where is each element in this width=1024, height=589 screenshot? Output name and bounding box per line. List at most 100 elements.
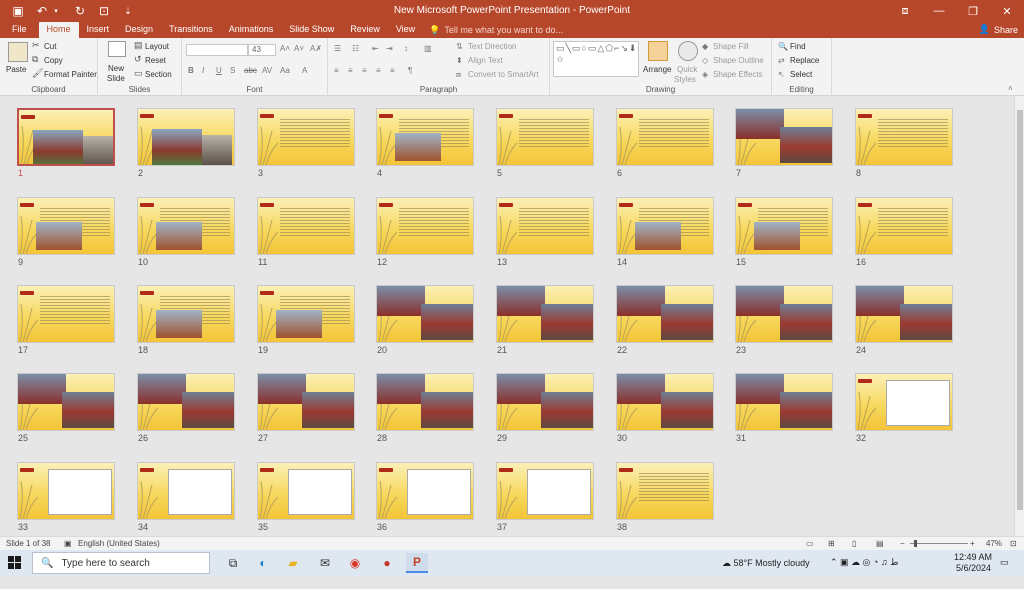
close-icon[interactable]: ✕: [990, 0, 1024, 22]
save-icon[interactable]: ▣: [6, 0, 30, 22]
share-button[interactable]: 👤 Share: [979, 24, 1018, 35]
underline-icon[interactable]: U: [216, 66, 222, 75]
slide-thumbnail[interactable]: [257, 197, 355, 255]
tab-transitions[interactable]: Transitions: [161, 22, 221, 38]
slide-thumbnail[interactable]: [376, 197, 474, 255]
slide-thumbnail[interactable]: [855, 108, 953, 166]
tab-view[interactable]: View: [388, 22, 423, 38]
select-button[interactable]: Select: [790, 70, 812, 79]
shadow-icon[interactable]: S: [230, 66, 235, 75]
decrease-indent-icon[interactable]: ⇤: [372, 44, 379, 53]
increase-indent-icon[interactable]: ⇥: [386, 44, 393, 53]
numbering-icon[interactable]: ☷: [352, 44, 359, 53]
shape-outline-button[interactable]: Shape Outline: [713, 56, 764, 65]
rtl-icon[interactable]: ¶: [408, 66, 412, 75]
collapse-ribbon-icon[interactable]: ˄: [1008, 84, 1013, 93]
quick-styles-label[interactable]: Quick: [677, 65, 697, 74]
slide-thumbnail[interactable]: [855, 197, 953, 255]
new-slide-icon[interactable]: [108, 41, 126, 57]
new-slide-label-2[interactable]: Slide: [107, 74, 125, 83]
tab-insert[interactable]: Insert: [79, 22, 118, 38]
windows-start-icon[interactable]: [0, 550, 30, 576]
present-icon[interactable]: ⊡: [92, 0, 116, 22]
clear-format-icon[interactable]: A✗: [310, 44, 322, 53]
align-left-icon[interactable]: ≡: [334, 66, 339, 75]
arrange-icon[interactable]: [648, 41, 668, 61]
spacing-icon[interactable]: AV: [262, 66, 272, 75]
slide-thumbnail[interactable]: [137, 285, 235, 343]
tab-slide-show[interactable]: Slide Show: [281, 22, 342, 38]
align-text-button[interactable]: Align Text: [468, 56, 503, 65]
copy-button[interactable]: Copy: [44, 56, 63, 65]
slide-thumbnail[interactable]: [616, 373, 714, 431]
customize-icon[interactable]: ⇣: [116, 0, 140, 22]
quick-styles-icon[interactable]: [678, 41, 698, 61]
slide-thumbnail[interactable]: [17, 373, 115, 431]
tab-file[interactable]: File: [0, 22, 39, 38]
slide-thumbnail[interactable]: [616, 197, 714, 255]
notes-view-icon[interactable]: ▭: [806, 539, 814, 548]
zoom-out-icon[interactable]: −: [900, 539, 905, 548]
slide-thumbnail[interactable]: [376, 108, 474, 166]
font-name-field[interactable]: [186, 44, 248, 56]
slide-thumbnail[interactable]: [855, 373, 953, 431]
reading-view-icon[interactable]: ▯: [852, 539, 856, 548]
zoom-in-icon[interactable]: +: [970, 539, 975, 548]
change-case-icon[interactable]: Aa: [280, 66, 290, 75]
notifications-icon[interactable]: ▭: [1000, 557, 1009, 583]
zoom-slider[interactable]: [910, 540, 968, 547]
bullets-icon[interactable]: ☰: [334, 44, 341, 53]
edge-icon[interactable]: ◐: [252, 553, 274, 573]
slide-thumbnail[interactable]: [616, 285, 714, 343]
quick-styles-label-2[interactable]: Styles: [674, 75, 696, 84]
slide-thumbnail[interactable]: [257, 108, 355, 166]
slide-thumbnail[interactable]: [257, 373, 355, 431]
reset-button[interactable]: Reset: [145, 56, 166, 65]
slide-thumbnail[interactable]: [855, 285, 953, 343]
weather[interactable]: ☁ 58°F Mostly cloudy: [722, 558, 810, 584]
line-spacing-icon[interactable]: ↕: [404, 44, 408, 53]
spellcheck-icon[interactable]: ▣: [64, 539, 72, 548]
slide-thumbnail[interactable]: [616, 462, 714, 520]
slide-thumbnail[interactable]: [735, 197, 833, 255]
restore-icon[interactable]: ❐: [956, 0, 990, 22]
columns-icon[interactable]: ▥: [424, 44, 432, 53]
convert-smartart-button[interactable]: Convert to SmartArt: [468, 70, 539, 79]
shape-effects-button[interactable]: Shape Effects: [713, 70, 763, 79]
slide-thumbnail[interactable]: [376, 285, 474, 343]
slide-thumbnail[interactable]: [137, 462, 235, 520]
slide-thumbnail[interactable]: [496, 285, 594, 343]
task-view-icon[interactable]: ⧉: [222, 553, 244, 573]
tab-animations[interactable]: Animations: [221, 22, 282, 38]
powerpoint-taskbar-icon[interactable]: P: [406, 553, 428, 573]
clock-date[interactable]: 5/6/2024: [956, 563, 991, 589]
format-painter-button[interactable]: Format Painter: [44, 70, 97, 79]
text-direction-button[interactable]: Text Direction: [468, 42, 516, 51]
grow-font-icon[interactable]: A˄: [280, 44, 290, 53]
strikethrough-icon[interactable]: abc: [244, 66, 257, 75]
slide-thumbnail[interactable]: [735, 108, 833, 166]
chrome-icon[interactable]: ◉: [344, 553, 366, 573]
tab-review[interactable]: Review: [342, 22, 388, 38]
slide-thumbnail[interactable]: [257, 285, 355, 343]
shapes-gallery[interactable]: ▭╲▭○▭△⬠⌐↘⬇⇨◇⇦⇧✩⟲⌒{}☆: [553, 41, 639, 77]
justify-icon[interactable]: ≡: [376, 66, 381, 75]
slide-thumbnail[interactable]: [496, 197, 594, 255]
layout-button[interactable]: Layout: [145, 42, 169, 51]
slide-thumbnail[interactable]: [17, 462, 115, 520]
language[interactable]: English (United States): [78, 539, 160, 548]
italic-icon[interactable]: I: [202, 66, 204, 75]
slide-thumbnail[interactable]: [137, 108, 235, 166]
paste-icon[interactable]: [8, 42, 28, 62]
distributed-icon[interactable]: ≡: [390, 66, 395, 75]
mail-icon[interactable]: ✉: [314, 553, 336, 573]
redo-icon[interactable]: ↻: [68, 0, 92, 22]
font-color-icon[interactable]: A: [302, 66, 307, 75]
slide-thumbnail[interactable]: [496, 108, 594, 166]
tab-design[interactable]: Design: [117, 22, 161, 38]
slideshow-view-icon[interactable]: ▤: [876, 539, 884, 548]
sorter-view-icon[interactable]: ⊞: [828, 539, 835, 548]
cut-button[interactable]: Cut: [44, 42, 56, 51]
shape-fill-button[interactable]: Shape Fill: [713, 42, 749, 51]
tray-icons[interactable]: ⌃ ▣ ☁ ◎ ◔ ♫ ط: [830, 557, 898, 583]
